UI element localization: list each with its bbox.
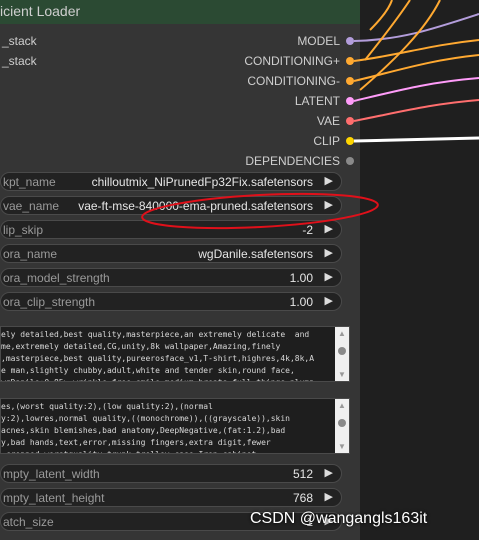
conditioning-wire-up — [369, 0, 393, 31]
vae-wire — [353, 99, 479, 122]
watermark: CSDN @wangangls163it — [250, 510, 428, 527]
connection-wires — [141, 0, 479, 230]
latent-wire — [353, 77, 479, 102]
annotation-ellipse — [141, 192, 379, 230]
clip-wire — [353, 136, 479, 143]
